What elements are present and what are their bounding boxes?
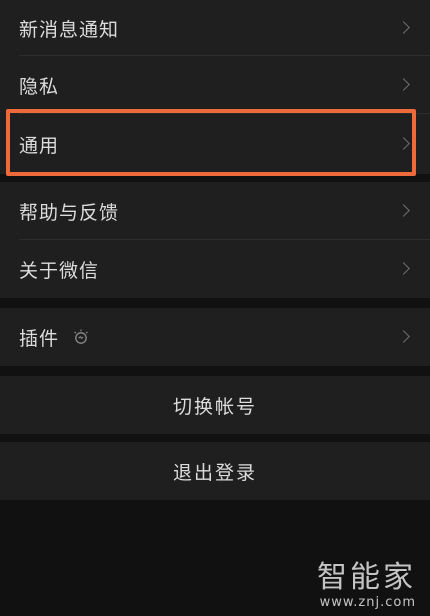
settings-item-help-feedback[interactable]: 帮助与反馈 (0, 182, 430, 240)
settings-item-label: 隐私 (19, 75, 60, 98)
settings-item-new-message-notification[interactable]: 新消息通知 (0, 0, 430, 56)
watermark: 智能家 www.znj.com (317, 560, 416, 611)
chevron-right-icon (397, 137, 410, 150)
chevron-right-icon (397, 204, 410, 217)
chevron-right-icon (397, 330, 410, 343)
logout-button[interactable]: 退出登录 (0, 442, 430, 500)
settings-item-plugins[interactable]: 插件 (0, 308, 430, 366)
chevron-right-icon (397, 262, 410, 275)
settings-screen: 新消息通知 隐私 通用 帮助与反馈 关于微信 插件 切换帐号 退出登录 智能家 … (0, 0, 430, 616)
chevron-right-icon (397, 78, 410, 91)
settings-item-about-wechat[interactable]: 关于微信 (0, 240, 430, 298)
logout-label: 退出登录 (172, 461, 257, 484)
chevron-right-icon (397, 21, 410, 34)
switch-account-label: 切换帐号 (172, 395, 257, 418)
settings-item-label: 通用 (19, 134, 60, 157)
settings-item-privacy[interactable]: 隐私 (0, 56, 430, 114)
lightbulb-icon (74, 329, 88, 344)
watermark-url: www.znj.com (319, 595, 416, 610)
settings-item-general[interactable]: 通用 (0, 114, 430, 174)
switch-account-button[interactable]: 切换帐号 (0, 376, 430, 434)
settings-item-label: 插件 (19, 327, 60, 350)
watermark-text: 智能家 (317, 560, 416, 595)
settings-item-label: 关于微信 (19, 259, 100, 282)
settings-item-label: 新消息通知 (19, 18, 120, 41)
settings-item-label: 帮助与反馈 (19, 201, 120, 224)
